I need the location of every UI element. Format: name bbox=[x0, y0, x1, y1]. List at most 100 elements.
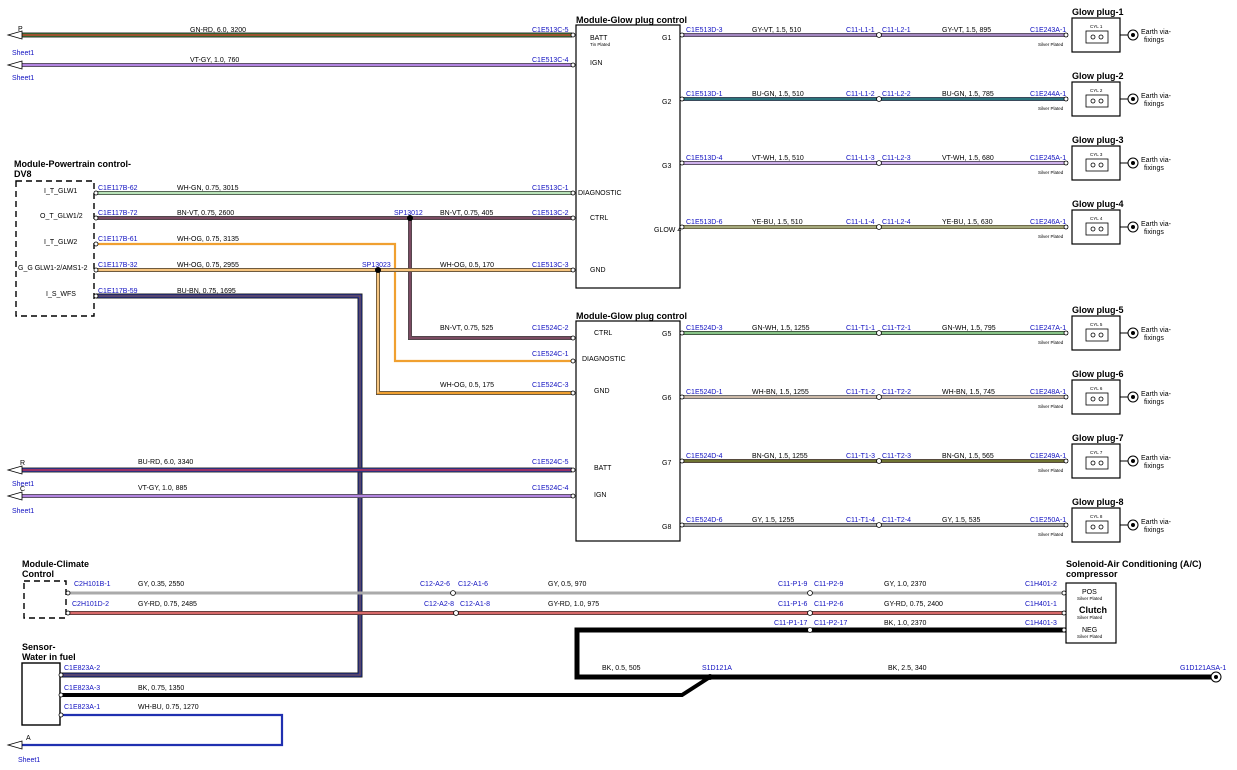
sheet-link-vt1[interactable]: Sheet1 bbox=[12, 75, 34, 82]
wire-label: BK, 0.5, 505 bbox=[602, 665, 641, 672]
inline-connector-label[interactable]: C12-A1-6 bbox=[458, 581, 488, 588]
connector-label[interactable]: C1H401-2 bbox=[1025, 581, 1057, 588]
inline-connector[interactable] bbox=[876, 458, 882, 464]
sheet-link-p[interactable]: Sheet1 bbox=[12, 50, 34, 57]
inline-connector-label[interactable]: C11-L1-1 bbox=[846, 27, 875, 34]
connector-label[interactable]: C1E524C-1 bbox=[532, 351, 569, 358]
pin-dot bbox=[58, 692, 64, 698]
inline-connector[interactable] bbox=[876, 32, 882, 38]
sol-silver-2: Silver Plated bbox=[1077, 615, 1103, 620]
sheet-link-a[interactable]: Sheet1 bbox=[18, 757, 40, 764]
inline-connector[interactable] bbox=[450, 590, 456, 596]
connector-label[interactable]: C1E524C-5 bbox=[532, 459, 569, 466]
connector-label[interactable]: C2H101B-1 bbox=[74, 581, 111, 588]
plug-connector-label[interactable]: C1E244A-1 bbox=[1030, 91, 1066, 98]
module-connector-label[interactable]: C1E513D-3 bbox=[686, 27, 723, 34]
pcm-pin-5: I_S_WFS bbox=[46, 291, 76, 298]
inline-connector-label[interactable]: C11-T2-2 bbox=[882, 389, 911, 396]
offpage-arrow-a[interactable] bbox=[6, 740, 23, 750]
inline-connector[interactable] bbox=[453, 610, 459, 616]
inline-connector-label[interactable]: C11-L2-3 bbox=[882, 155, 911, 162]
inline-connector-label[interactable]: C12-A2-6 bbox=[420, 581, 450, 588]
plug-connector-label[interactable]: C1E243A-1 bbox=[1030, 27, 1066, 34]
module-connector-label[interactable]: C1E524D-3 bbox=[686, 325, 723, 332]
connector-label[interactable]: C1E513C-1 bbox=[532, 185, 569, 192]
connector-label[interactable]: C2H101D-2 bbox=[72, 601, 109, 608]
pin-dot bbox=[570, 467, 576, 473]
module-connector-label[interactable]: C1E513D-4 bbox=[686, 155, 723, 162]
inline-connector[interactable] bbox=[876, 394, 882, 400]
inline-connector[interactable] bbox=[876, 330, 882, 336]
offpage-arrow-vt1[interactable] bbox=[6, 60, 23, 70]
inline-connector-label[interactable]: C11-T1-2 bbox=[846, 389, 875, 396]
wire-label: WH-BN, 1.5, 1255 bbox=[752, 389, 809, 396]
inline-connector-label[interactable]: C11-L2-2 bbox=[882, 91, 911, 98]
inline-connector-label[interactable]: C11-L2-1 bbox=[882, 27, 911, 34]
pin-dot bbox=[570, 190, 576, 196]
module-connector-label[interactable]: C1E513D-6 bbox=[686, 219, 723, 226]
offpage-arrow-r[interactable] bbox=[6, 465, 23, 475]
sol-pin-neg: NEG bbox=[1082, 627, 1097, 634]
connector-label[interactable]: C1H401-3 bbox=[1025, 620, 1057, 627]
module-connector-label[interactable]: C1E524D-4 bbox=[686, 453, 723, 460]
module-connector-label[interactable]: C1E524D-1 bbox=[686, 389, 723, 396]
connector-label[interactable]: C1H401-1 bbox=[1025, 601, 1057, 608]
inline-connector-label[interactable]: C11-P2-9 bbox=[814, 581, 844, 588]
connector-label[interactable]: C1E513C-5 bbox=[532, 27, 569, 34]
inline-connector-label[interactable]: C11-P2-17 bbox=[814, 620, 847, 627]
inline-connector-label[interactable]: C11-T2-4 bbox=[882, 517, 911, 524]
connector-label[interactable]: C1E513C-4 bbox=[532, 57, 569, 64]
inline-connector-label[interactable]: C11-T1-1 bbox=[846, 325, 875, 332]
inline-connector[interactable] bbox=[876, 522, 882, 528]
inline-connector[interactable] bbox=[876, 160, 882, 166]
offpage-arrow-c[interactable] bbox=[6, 491, 23, 501]
inline-connector-label[interactable]: C11-P2-6 bbox=[814, 601, 844, 608]
connector-label[interactable]: C1E513C-2 bbox=[532, 210, 569, 217]
inline-connector[interactable] bbox=[807, 627, 813, 633]
plug-connector-label[interactable]: C1E249A-1 bbox=[1030, 453, 1066, 460]
glow-plug-title: Glow plug-2 bbox=[1072, 71, 1124, 81]
inline-connector-label[interactable]: C11-T2-3 bbox=[882, 453, 911, 460]
connector-label[interactable]: C1E524C-2 bbox=[532, 325, 569, 332]
connector-label[interactable]: C1E823A-2 bbox=[64, 665, 100, 672]
plug-connector-label[interactable]: C1E246A-1 bbox=[1030, 219, 1066, 226]
inline-connector-label[interactable]: C11-P1-17 bbox=[774, 620, 807, 627]
inline-connector-label[interactable]: C11-T1-4 bbox=[846, 517, 875, 524]
inline-connector-label[interactable]: C11-L1-3 bbox=[846, 155, 875, 162]
inline-connector-label[interactable]: C11-L1-2 bbox=[846, 91, 875, 98]
connector-label[interactable]: C1E823A-1 bbox=[64, 704, 100, 711]
connector-label[interactable]: C1E524C-3 bbox=[532, 382, 569, 389]
connector-label[interactable]: C1E513C-3 bbox=[532, 262, 569, 269]
module-connector-label[interactable]: C1E513D-1 bbox=[686, 91, 723, 98]
plug-connector-label[interactable]: C1E247A-1 bbox=[1030, 325, 1066, 332]
inline-connector-label[interactable]: C11-T2-1 bbox=[882, 325, 911, 332]
inline-connector-label[interactable]: C11-L1-4 bbox=[846, 219, 875, 226]
connector-label[interactable]: C1E117B-59 bbox=[98, 288, 138, 295]
connector-label[interactable]: C1E823A-3 bbox=[64, 685, 100, 692]
splice-dot[interactable] bbox=[707, 674, 713, 680]
ground-label[interactable]: G1D121ASA-1 bbox=[1180, 665, 1226, 672]
plug-connector-label[interactable]: C1E250A-1 bbox=[1030, 517, 1066, 524]
plug-connector-label[interactable]: C1E245A-1 bbox=[1030, 155, 1066, 162]
splice-dot[interactable] bbox=[407, 215, 413, 221]
inline-connector-label[interactable]: C11-P1-9 bbox=[778, 581, 808, 588]
plug-connector-label[interactable]: C1E248A-1 bbox=[1030, 389, 1066, 396]
connector-label[interactable]: C1E117B-61 bbox=[98, 236, 138, 243]
inline-connector[interactable] bbox=[876, 224, 882, 230]
connector-label[interactable]: C1E117B-62 bbox=[98, 185, 138, 192]
sheet-link-c[interactable]: Sheet1 bbox=[12, 508, 34, 515]
splice-label[interactable]: S1D121A bbox=[702, 665, 732, 672]
connector-label[interactable]: C1E117B-32 bbox=[98, 262, 138, 269]
splice-dot[interactable] bbox=[375, 267, 381, 273]
inline-connector[interactable] bbox=[876, 96, 882, 102]
inline-connector-label[interactable]: C11-P1-6 bbox=[778, 601, 808, 608]
inline-connector[interactable] bbox=[807, 590, 813, 596]
inline-connector-label[interactable]: C12-A2-8 bbox=[424, 601, 454, 608]
inline-connector-label[interactable]: C11-L2-4 bbox=[882, 219, 911, 226]
inline-connector-label[interactable]: C11-T1-3 bbox=[846, 453, 875, 460]
connector-label[interactable]: C1E524C-4 bbox=[532, 485, 569, 492]
connector-label[interactable]: C1E117B-72 bbox=[98, 210, 138, 217]
inline-connector-label[interactable]: C12-A1-8 bbox=[460, 601, 490, 608]
module-connector-label[interactable]: C1E524D-6 bbox=[686, 517, 723, 524]
inline-connector[interactable] bbox=[807, 610, 813, 616]
